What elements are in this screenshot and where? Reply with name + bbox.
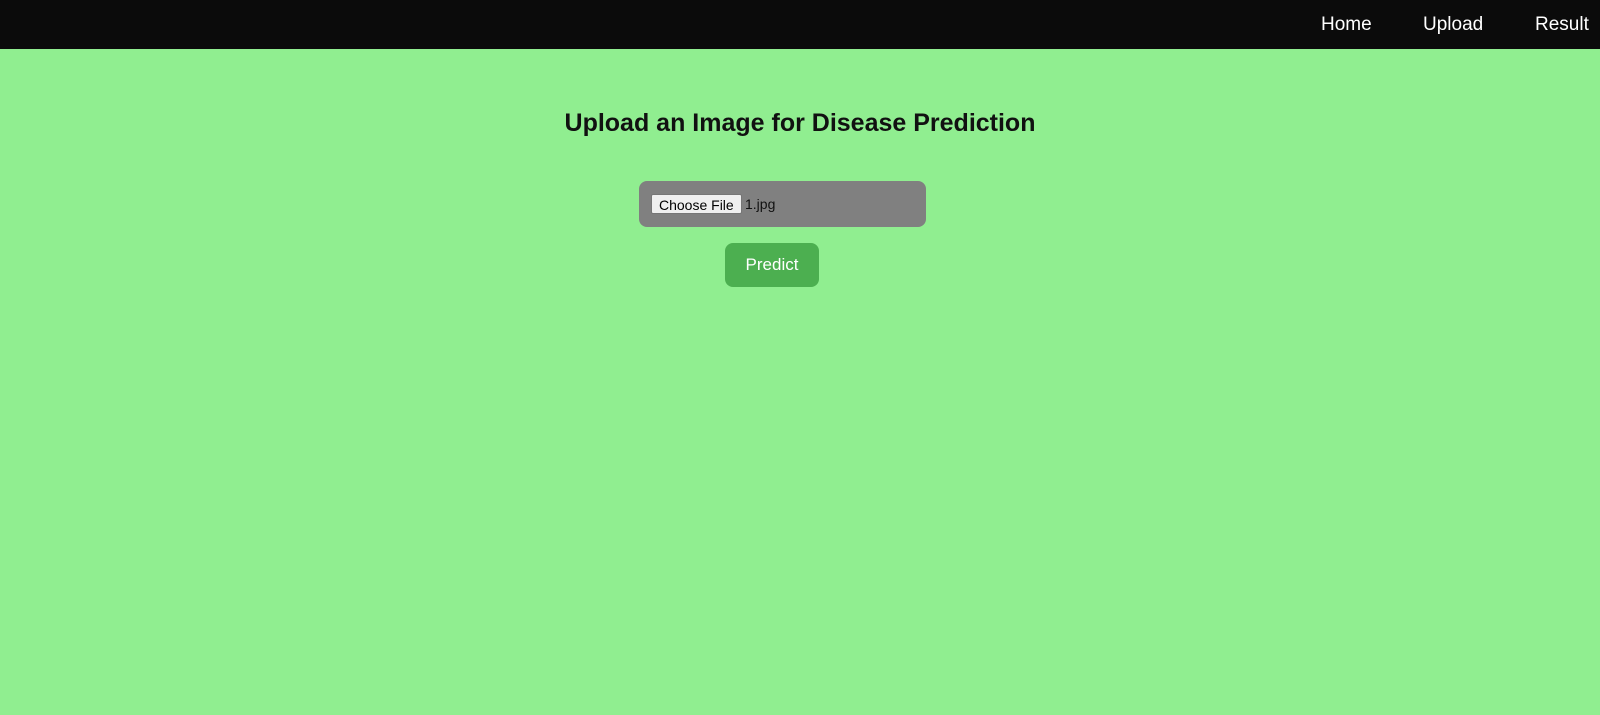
nav-link-result[interactable]: Result [1535, 0, 1589, 49]
choose-file-button[interactable]: Choose File [651, 194, 742, 214]
nav-link-home[interactable]: Home [1321, 0, 1372, 49]
nav-link-upload[interactable]: Upload [1423, 0, 1483, 49]
file-input-container: Choose File 1.jpg [639, 181, 926, 227]
top-navbar: Home Upload Result [0, 0, 1600, 49]
predict-button[interactable]: Predict [725, 243, 819, 287]
selected-file-name: 1.jpg [745, 196, 776, 212]
page-title: Upload an Image for Disease Prediction [564, 109, 1036, 137]
